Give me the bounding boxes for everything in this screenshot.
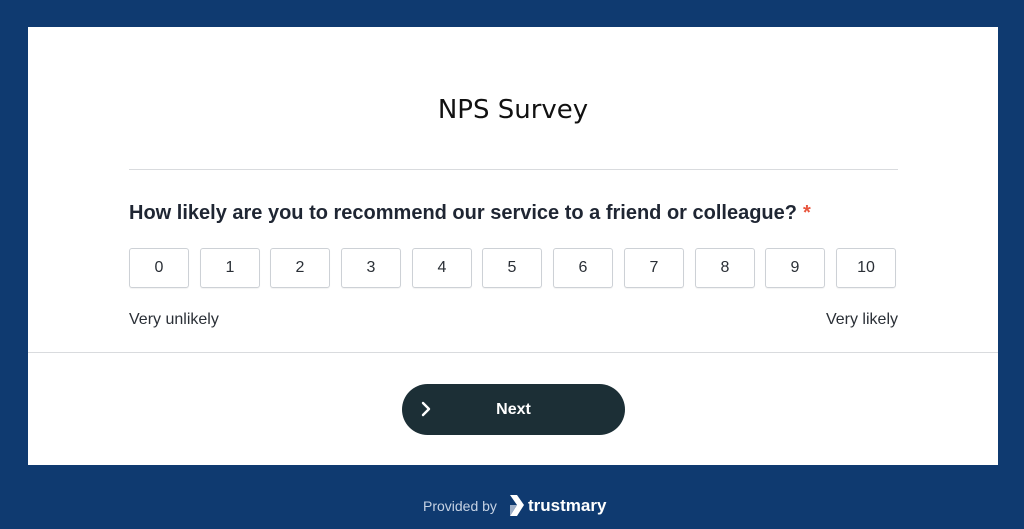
score-button-7[interactable]: 7 xyxy=(624,248,684,288)
score-button-1[interactable]: 1 xyxy=(200,248,260,288)
score-button-0[interactable]: 0 xyxy=(129,248,189,288)
survey-title: NPS Survey xyxy=(437,95,589,125)
next-button-label: Next xyxy=(496,401,531,418)
provided-by: Provided by trustmary xyxy=(423,493,613,519)
required-marker: * xyxy=(802,202,811,224)
question-label: How likely are you to recommend our serv… xyxy=(129,202,797,224)
score-button-2[interactable]: 2 xyxy=(270,248,330,288)
survey-card: NPS Survey How likely are you to recomme… xyxy=(28,27,998,465)
trustmary-logo-icon xyxy=(510,495,524,516)
trustmary-brand-link[interactable]: trustmary xyxy=(509,493,609,519)
score-button-9[interactable]: 9 xyxy=(765,248,825,288)
question-text: How likely are you to recommend our serv… xyxy=(129,199,919,227)
score-button-10[interactable]: 10 xyxy=(836,248,896,288)
score-button-6[interactable]: 6 xyxy=(553,248,613,288)
title-divider xyxy=(129,169,898,170)
score-button-4[interactable]: 4 xyxy=(412,248,472,288)
score-button-3[interactable]: 3 xyxy=(341,248,401,288)
footer-divider xyxy=(28,352,998,353)
score-button-8[interactable]: 8 xyxy=(695,248,755,288)
provided-by-label: Provided by xyxy=(423,498,497,514)
high-end-label: Very likely xyxy=(825,311,898,328)
next-button[interactable]: Next xyxy=(402,384,625,435)
low-end-label: Very unlikely xyxy=(129,311,219,328)
trustmary-wordmark: trustmary xyxy=(528,496,607,515)
score-button-5[interactable]: 5 xyxy=(482,248,542,288)
